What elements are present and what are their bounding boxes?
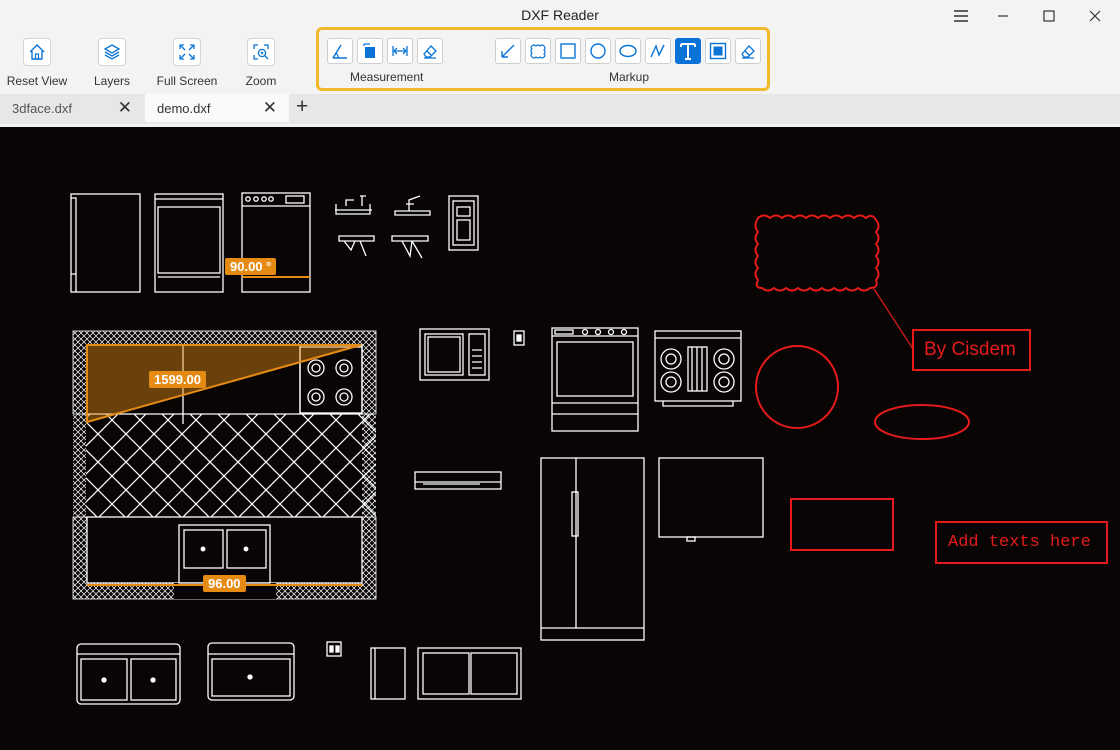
small-outlet [326, 641, 342, 657]
cad-drawing [70, 192, 970, 705]
minimize-icon [998, 15, 1008, 17]
toolbar: Reset View Layers Full Screen Zoom Measu… [0, 27, 1120, 94]
zoom-button[interactable]: Zoom [226, 36, 296, 90]
close-tab-icon[interactable]: ✕ [263, 98, 277, 118]
markup-cloud-tool[interactable] [525, 38, 551, 64]
close-icon [1089, 10, 1101, 22]
measure-angle-tool[interactable] [327, 38, 353, 64]
area-icon [363, 43, 375, 58]
maximize-button[interactable] [1026, 0, 1072, 32]
angle-icon [332, 44, 347, 59]
drawing-canvas[interactable]: 90.00 ° 1599.00 96.00 By Cisdem Add text… [0, 127, 1120, 750]
cooktop-symbol [654, 330, 742, 407]
rectangle-markup [790, 498, 894, 551]
expand-icon [179, 44, 195, 60]
add-tab-button[interactable]: + [296, 95, 308, 119]
arrow-icon [501, 44, 515, 58]
cloud-icon [530, 44, 546, 59]
leader-line [873, 288, 914, 350]
measure-area-tool[interactable] [357, 38, 383, 64]
close-tab-icon[interactable]: ✕ [118, 98, 132, 118]
text-markup[interactable]: Add texts here [935, 521, 1108, 564]
home-icon [29, 44, 45, 60]
circle-icon [590, 43, 606, 59]
measurement-markup-group: Measurement Markup [316, 27, 770, 91]
rectangle-icon [560, 43, 576, 59]
dishwasher-front [154, 193, 224, 293]
filled-rectangle-icon [709, 42, 727, 60]
reset-view-label: Reset View [6, 74, 68, 88]
range-hood-symbol [414, 471, 502, 490]
text-icon [680, 43, 696, 60]
measure-distance-tool[interactable] [387, 38, 413, 64]
oven-front [551, 327, 639, 432]
markup-arrow-tool[interactable] [495, 38, 521, 64]
full-screen-label: Full Screen [156, 74, 218, 88]
zoom-icon [253, 44, 269, 60]
ellipse-icon [619, 44, 637, 58]
hamburger-icon [954, 10, 968, 22]
length-measurement-label[interactable]: 96.00 [203, 575, 246, 592]
close-button[interactable] [1072, 0, 1118, 32]
measurement-label: Measurement [350, 70, 424, 84]
full-screen-button[interactable]: Full Screen [152, 36, 222, 90]
minimize-button[interactable] [980, 0, 1026, 32]
markup-filled-rectangle-tool[interactable] [705, 38, 731, 64]
angle-measurement-label[interactable]: 90.00 ° [225, 258, 277, 275]
markup-ellipse-tool[interactable] [615, 38, 641, 64]
clear-measurement-tool[interactable] [417, 38, 443, 64]
menu-button[interactable] [938, 0, 984, 32]
layers-label: Layers [93, 74, 131, 88]
clear-markup-tool[interactable] [735, 38, 761, 64]
layers-button[interactable]: Layers [77, 36, 147, 90]
zoom-label: Zoom [245, 74, 277, 88]
freehand-icon [650, 44, 665, 58]
maximize-icon [1043, 10, 1055, 22]
cabinet-side-view [70, 193, 141, 293]
markup-label: Markup [609, 70, 650, 84]
note-markup[interactable]: By Cisdem [912, 329, 1031, 371]
eraser-icon [423, 45, 437, 59]
markup-freehand-tool[interactable] [645, 38, 671, 64]
single-sink [207, 642, 295, 701]
distance-icon [392, 46, 408, 56]
double-cabinet [417, 647, 522, 700]
tab-bar: 3dface.dxf ✕ demo.dxf ✕ + [0, 94, 1120, 124]
layers-icon [103, 44, 121, 60]
double-sink [76, 643, 181, 705]
markup-circle-tool[interactable] [585, 38, 611, 64]
side-cabinet [370, 647, 406, 700]
tab-demo[interactable]: demo.dxf ✕ [145, 94, 289, 122]
tab-3dface[interactable]: 3dface.dxf ✕ [0, 94, 144, 122]
area-measurement-label[interactable]: 1599.00 [149, 371, 206, 388]
tab-label: demo.dxf [157, 101, 211, 116]
eraser-icon [741, 45, 755, 59]
microwave-symbol [419, 328, 490, 381]
wall-oven-symbol [448, 195, 479, 251]
reset-view-button[interactable]: Reset View [2, 36, 72, 90]
cloud-markup [754, 214, 880, 292]
outlet-symbol [513, 330, 525, 346]
tab-label: 3dface.dxf [12, 101, 72, 116]
tv-symbol [658, 457, 764, 542]
circle-markup [755, 345, 839, 429]
refrigerator-symbol [540, 457, 645, 641]
markup-text-tool[interactable] [675, 38, 701, 64]
ellipse-markup [874, 404, 970, 440]
faucet-symbols [335, 195, 431, 259]
markup-rectangle-tool[interactable] [555, 38, 581, 64]
